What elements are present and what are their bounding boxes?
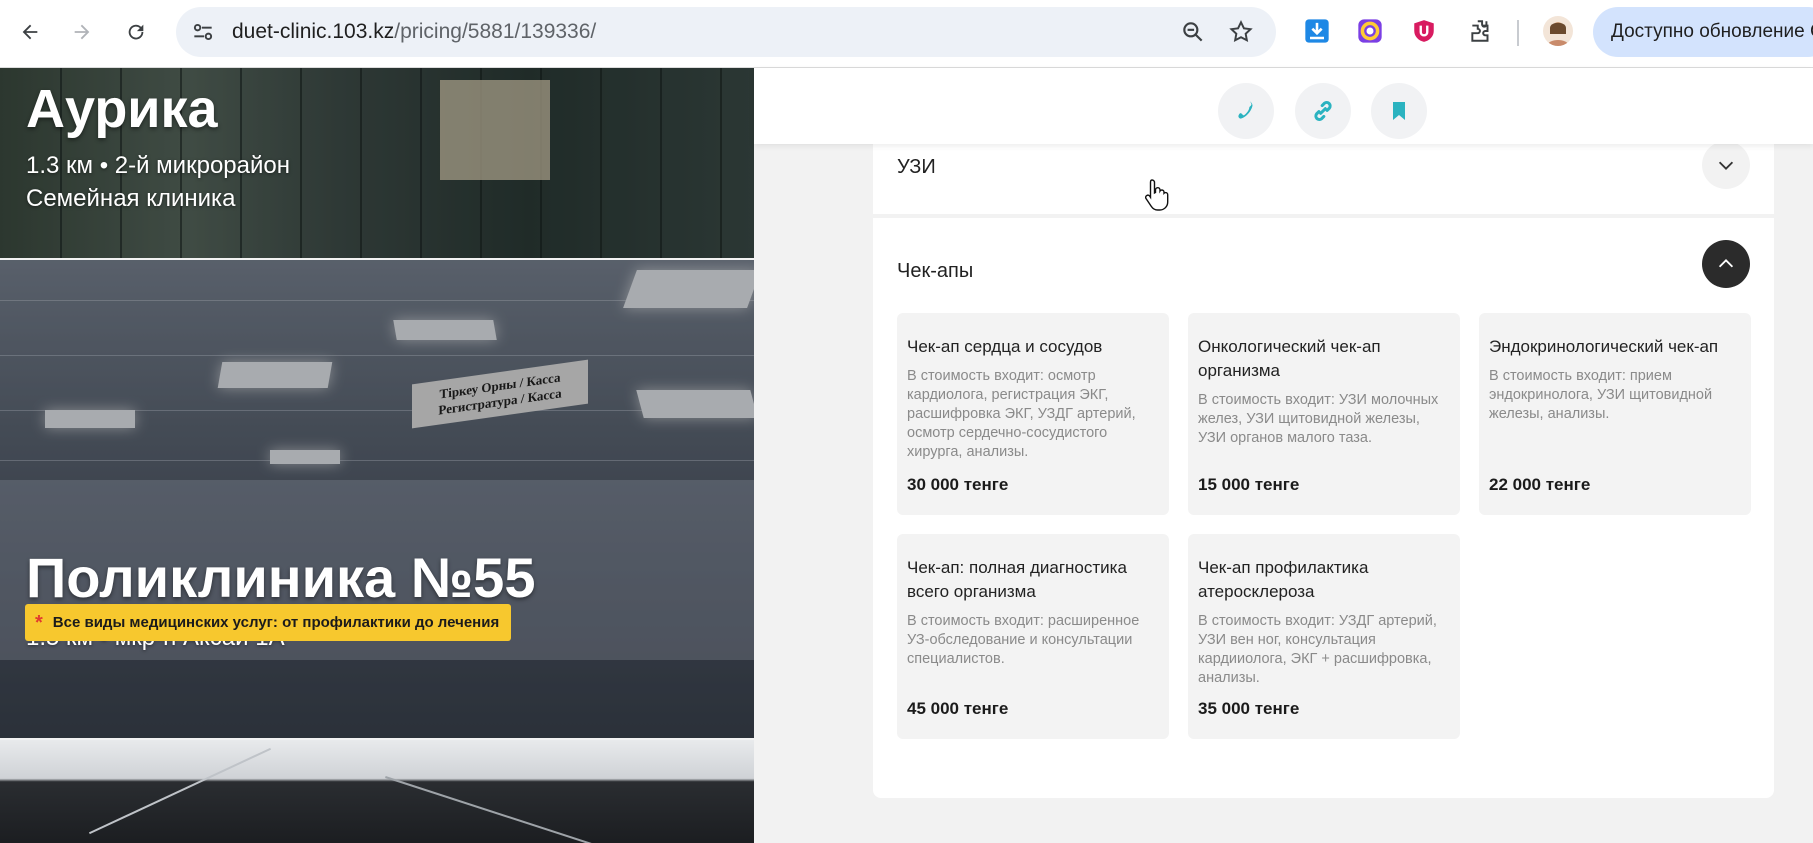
clinic-card-polyclinic-55[interactable]: Тіркеу Орны / Касса Регистратура / Касса… [0, 260, 754, 738]
pricing-panel: УЗИ Чек-апы Чек-ап сердца и сосудов В ст… [873, 128, 1774, 798]
clinic-card-next[interactable] [0, 740, 754, 843]
call-button[interactable] [1218, 83, 1274, 139]
profile-avatar[interactable] [1543, 16, 1573, 46]
checkup-price: 35 000 тенге [1198, 699, 1300, 718]
checkup-card[interactable]: Эндокринологический чек-ап В стоимость в… [1479, 313, 1751, 515]
checkup-title: Чек-ап сердца и сосудов [907, 337, 1103, 356]
checkup-title: Чек-ап профилактика атеросклероза [1198, 558, 1369, 601]
forward-button[interactable] [64, 14, 100, 50]
accordion-uzi-title: УЗИ [897, 156, 936, 178]
checkup-card[interactable]: Онкологический чек-ап организма В стоимо… [1188, 313, 1460, 515]
accordion-checkups-title: Чек-апы [897, 260, 974, 282]
checkup-description: В стоимость входит: УЗИ молочных желез, … [1198, 392, 1439, 446]
checkup-description: В стоимость входит: расширенное УЗ-обсле… [907, 613, 1140, 667]
download-icon [1305, 19, 1329, 43]
chevron-down-icon [1718, 161, 1734, 170]
checkup-title: Эндокринологический чек-ап [1489, 337, 1719, 356]
address-bar[interactable]: duet-clinic.103.kz/pricing/5881/139336/ [176, 7, 1276, 57]
save-bookmark-button[interactable] [1371, 83, 1427, 139]
accordion-divider [873, 214, 1774, 218]
star-icon: * [35, 611, 43, 634]
checkup-card[interactable]: Чек-ап профилактика атеросклероза В стои… [1188, 534, 1460, 739]
url-path: /pricing/5881/139336/ [394, 20, 597, 43]
update-button[interactable]: Доступно обновление C [1593, 7, 1813, 57]
badge-text: Все виды медицинских услуг: от профилакт… [52, 614, 500, 631]
clinic-name: Аурика [26, 79, 218, 139]
chevron-up-icon [1718, 259, 1734, 268]
checkup-description: В стоимость входит: УЗДГ артерий, УЗИ ве… [1198, 613, 1437, 686]
link-icon [1314, 101, 1332, 121]
browser-toolbar: duet-clinic.103.kz/pricing/5881/139336/ [0, 0, 1813, 68]
bookmark-icon [1393, 102, 1405, 120]
extensions-button[interactable] [1466, 16, 1496, 46]
checkup-card[interactable]: Чек-ап: полная диагностика всего организ… [897, 534, 1169, 739]
checkup-price: 22 000 тенге [1489, 475, 1591, 494]
clinic-photo-column: Аурика 1.3 км • 2-й микрорайон Семейная … [0, 68, 754, 843]
clinic-card-aurika[interactable]: Аурика 1.3 км • 2-й микрорайон Семейная … [0, 68, 754, 258]
clinic-type: Семейная клиника [26, 185, 236, 212]
clinic-distance: 1.3 км • 2-й микрорайон [26, 152, 290, 179]
site-info-icon[interactable] [190, 19, 216, 45]
clinic-name: Поликлиника №55 [26, 546, 536, 609]
bookmark-star-icon[interactable] [1228, 19, 1254, 45]
reload-icon [128, 24, 144, 40]
profile-icon [1547, 22, 1569, 46]
reload-button[interactable] [118, 14, 154, 50]
accordion-checkups-toggle[interactable] [1702, 240, 1750, 288]
checkup-price: 30 000 тенге [907, 475, 1009, 494]
forward-icon [74, 24, 90, 40]
checkup-price: 15 000 тенге [1198, 475, 1300, 494]
download-extension[interactable] [1302, 16, 1332, 46]
back-icon [22, 24, 38, 40]
checkup-title: Чек-ап: полная диагностика всего организ… [907, 558, 1127, 601]
shield-u-icon [1414, 20, 1434, 42]
clinic-feature-badge: * Все виды медицинских услуг: от профила… [25, 604, 512, 641]
shield-extension[interactable] [1409, 16, 1439, 46]
zoom-icon[interactable] [1180, 19, 1206, 45]
accordion-uzi-toggle[interactable] [1702, 141, 1750, 189]
color-picker-icon [1358, 19, 1382, 43]
hand-cursor-icon [1144, 179, 1169, 211]
color-extension[interactable] [1355, 16, 1385, 46]
checkup-card[interactable]: Чек-ап сердца и сосудов В стоимость вход… [897, 313, 1169, 515]
accordion-checkups[interactable]: Чек-апы [873, 240, 1774, 306]
checkup-price: 45 000 тенге [907, 699, 1009, 718]
extensions-icon [1471, 20, 1489, 42]
checkup-description: В стоимость входит: прием эндокринолога,… [1489, 368, 1713, 422]
url-text[interactable]: duet-clinic.103.kz/pricing/5881/139336/ [232, 20, 596, 44]
share-link-button[interactable] [1295, 83, 1351, 139]
action-bar [754, 68, 1813, 144]
checkup-title: Онкологический чек-ап организма [1198, 337, 1381, 380]
back-button[interactable] [12, 14, 48, 50]
url-host: duet-clinic.103.kz [232, 20, 395, 43]
toolbar-divider [1517, 20, 1519, 46]
phone-icon [1238, 101, 1253, 119]
checkup-description: В стоимость входит: осмотр кардиолога, р… [907, 368, 1136, 460]
